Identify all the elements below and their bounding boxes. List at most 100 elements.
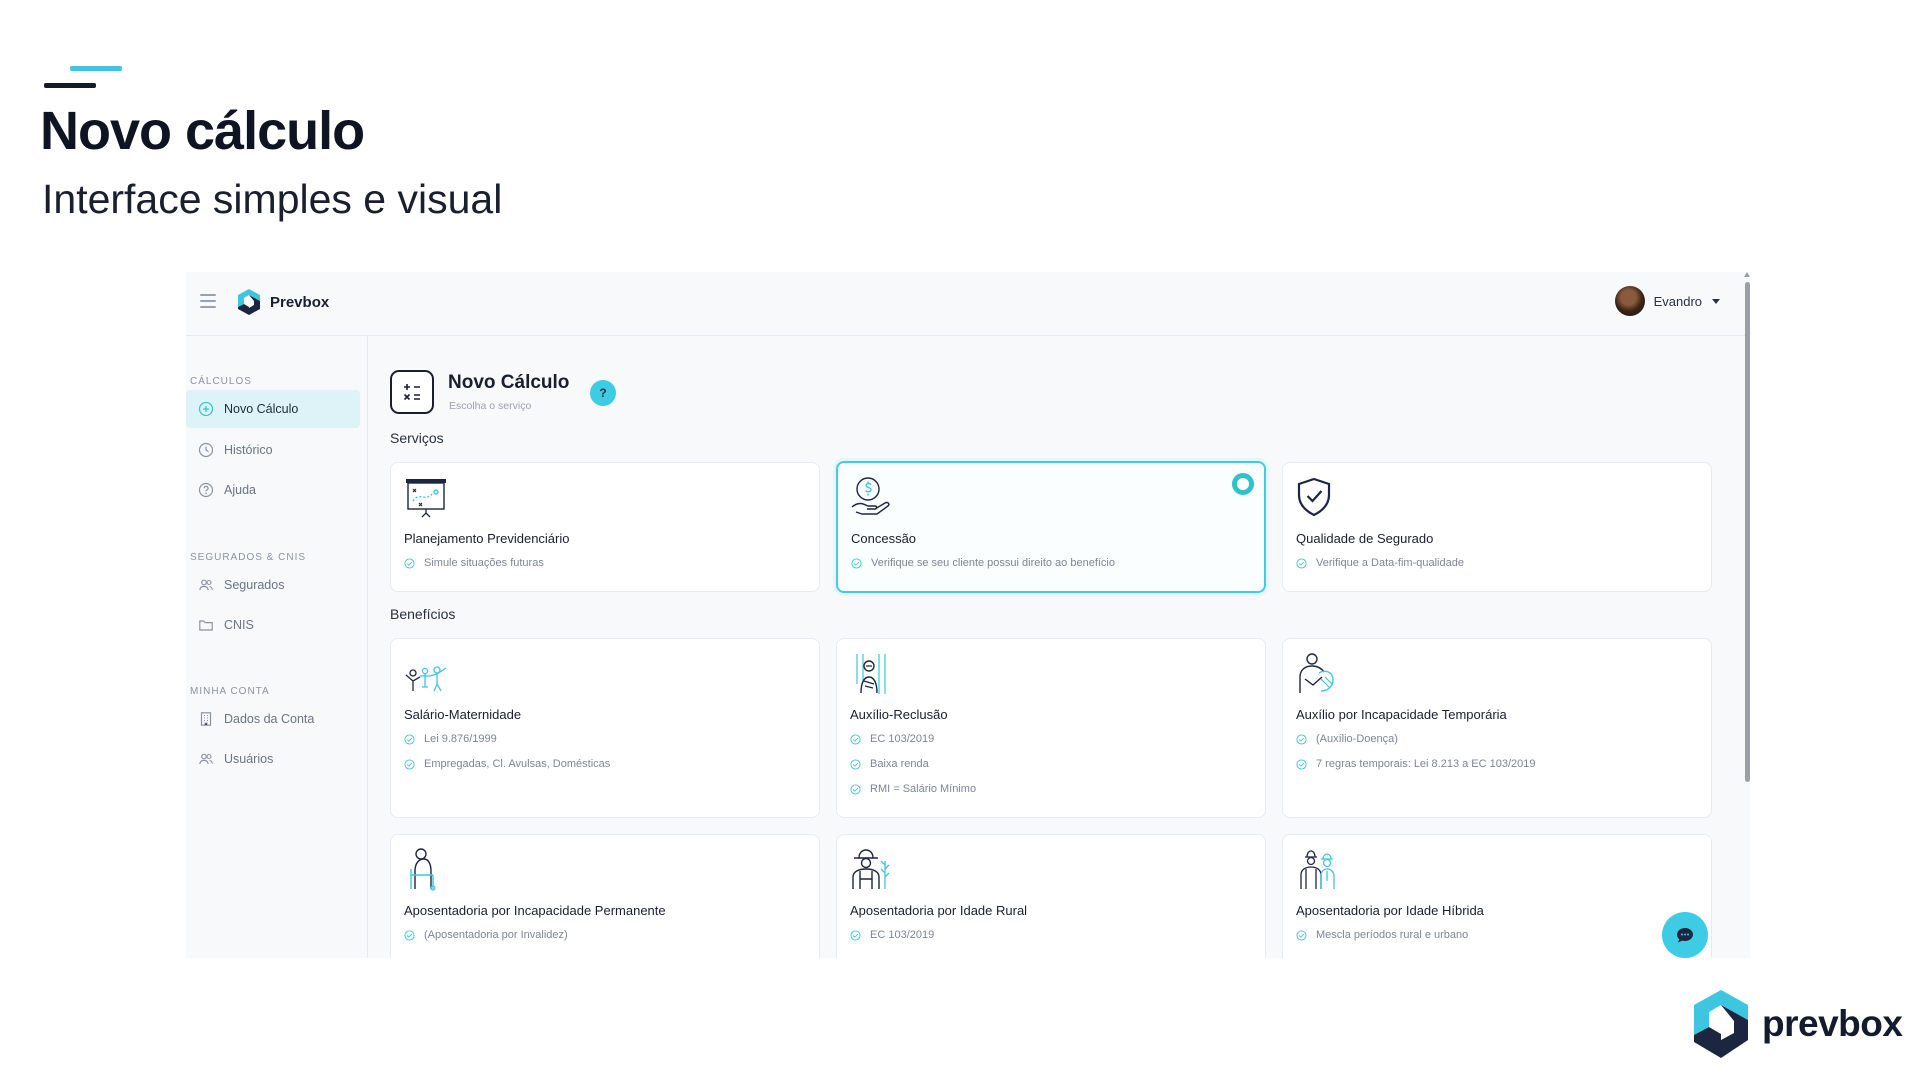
- help-button[interactable]: ?: [590, 380, 616, 406]
- card-detail: Mescla períodos rural e urbano: [1296, 929, 1468, 941]
- shield-check-icon: [1297, 477, 1331, 517]
- sidebar-item-label: Novo Cálculo: [224, 402, 299, 416]
- users-icon: [198, 751, 214, 767]
- app-window: Prevbox Evandro CÁLCULOS Novo Cálculo Hi…: [186, 272, 1750, 958]
- top-bar: Prevbox Evandro: [186, 272, 1750, 336]
- calculator-icon: [390, 370, 434, 414]
- help-circle-icon: [198, 482, 214, 498]
- card-title: Auxílio-Reclusão: [850, 707, 948, 722]
- check-circle-icon: [404, 758, 415, 770]
- card-detail: EC 103/2019: [850, 929, 934, 941]
- sidebar-item-label: Usuários: [224, 752, 274, 766]
- prevbox-logo-icon: [238, 289, 260, 315]
- benefit-card-auxilio-reclusao[interactable]: Auxílio-Reclusão EC 103/2019 Baixa renda…: [836, 638, 1266, 818]
- check-circle-icon: [850, 783, 861, 795]
- benefit-card-auxilio-incapacidade[interactable]: Auxílio por Incapacidade Temporária (Aux…: [1282, 638, 1712, 818]
- prisoner-icon: [856, 654, 886, 694]
- check-circle-icon: [404, 929, 415, 941]
- benefit-card-aposentadoria-idade-rural[interactable]: Aposentadoria por Idade Rural EC 103/201…: [836, 834, 1266, 958]
- selected-radio[interactable]: [1232, 473, 1254, 495]
- sidebar-item-label: CNIS: [224, 618, 254, 632]
- card-detail: Lei 9.876/1999: [404, 733, 497, 745]
- workers-icon: [1300, 850, 1335, 889]
- card-detail-text: RMI = Salário Mínimo: [870, 783, 977, 795]
- avatar[interactable]: [1614, 286, 1645, 316]
- sidebar-item-usuarios[interactable]: Usuários: [186, 740, 360, 778]
- card-title: Aposentadoria por Idade Híbrida: [1296, 903, 1484, 918]
- farmer-icon: [852, 849, 890, 889]
- sidebar-item-segurados[interactable]: Segurados: [186, 566, 360, 604]
- card-detail: Simule situações futuras: [404, 557, 544, 569]
- accent-bar-cyan: [70, 66, 122, 71]
- card-title: Auxílio por Incapacidade Temporária: [1296, 707, 1507, 722]
- brand-name: Prevbox: [270, 293, 330, 311]
- family-icon: [405, 666, 447, 692]
- page-subtitle: Escolha o serviço: [449, 400, 532, 412]
- card-title: Aposentadoria por Idade Rural: [850, 903, 1028, 918]
- elderly-walker-icon: [410, 848, 436, 891]
- sidebar-item-historico[interactable]: Histórico: [186, 431, 360, 469]
- card-detail-text: EC 103/2019: [870, 929, 935, 941]
- user-name[interactable]: Evandro: [1654, 294, 1702, 309]
- hamburger-icon[interactable]: [200, 294, 216, 308]
- scrollbar[interactable]: [1745, 282, 1750, 782]
- check-circle-icon: [1296, 758, 1307, 770]
- sidebar-section-segurados: SEGURADOS & CNIS: [190, 552, 307, 563]
- card-detail: (Auxílio-Doença): [1296, 733, 1398, 745]
- card-detail: RMI = Salário Mínimo: [850, 783, 976, 795]
- sidebar-section-calculos: CÁLCULOS: [190, 376, 252, 387]
- card-title: Qualidade de Segurado: [1296, 531, 1434, 546]
- benefit-card-salario-maternidade[interactable]: Salário-Maternidade Lei 9.876/1999 Empre…: [390, 638, 820, 818]
- services-heading: Serviços: [390, 430, 444, 446]
- card-detail-text: (Aposentadoria por Invalidez): [424, 929, 568, 941]
- money-hand-icon: [851, 477, 890, 515]
- check-circle-icon: [851, 557, 862, 569]
- sidebar-item-dados-da-conta[interactable]: Dados da Conta: [186, 700, 360, 738]
- sidebar-section-minha-conta: MINHA CONTA: [190, 686, 270, 697]
- card-detail-text: Verifique a Data-fim-qualidade: [1316, 557, 1464, 569]
- card-detail-text: EC 103/2019: [870, 733, 935, 745]
- card-title: Planejamento Previdenciário: [404, 531, 570, 546]
- check-circle-icon: [404, 557, 415, 569]
- scroll-up-arrow-icon[interactable]: [1744, 272, 1750, 277]
- sidebar-item-novo-calculo[interactable]: Novo Cálculo: [186, 390, 360, 428]
- card-detail: (Aposentadoria por Invalidez): [404, 929, 568, 941]
- sidebar: CÁLCULOS Novo Cálculo Histórico Ajuda SE…: [186, 336, 368, 958]
- card-detail-text: Lei 9.876/1999: [424, 733, 497, 745]
- benefits-heading: Benefícios: [390, 606, 456, 622]
- chat-bubble-icon: [1677, 928, 1693, 943]
- card-title: Salário-Maternidade: [404, 707, 522, 722]
- card-detail: Verifique a Data-fim-qualidade: [1296, 557, 1464, 569]
- benefit-card-aposentadoria-idade-hibrida[interactable]: Aposentadoria por Idade Híbrida Mescla p…: [1282, 834, 1712, 958]
- user-menu[interactable]: Evandro: [1614, 286, 1720, 316]
- service-card-qualidade[interactable]: Qualidade de Segurado Verifique a Data-f…: [1282, 462, 1712, 592]
- card-detail: Baixa renda: [850, 758, 929, 770]
- prevbox-corner-logo: prevbox: [1690, 988, 1903, 1060]
- sidebar-item-ajuda[interactable]: Ajuda: [186, 471, 360, 509]
- sidebar-item-label: Dados da Conta: [224, 712, 315, 726]
- injured-person-icon: [1299, 653, 1334, 693]
- plus-circle-icon: [198, 401, 214, 417]
- chat-button[interactable]: [1662, 912, 1708, 958]
- slide-subtitle: Interface simples e visual: [42, 176, 503, 222]
- sidebar-item-cnis[interactable]: CNIS: [186, 606, 360, 644]
- card-detail-text: Verifique se seu cliente possui direito …: [871, 557, 1115, 569]
- card-detail-text: 7 regras temporais: Lei 8.213 a EC 103/2…: [1316, 758, 1536, 770]
- check-circle-icon: [1296, 929, 1307, 941]
- service-card-concessao[interactable]: Concessão Verifique se seu cliente possu…: [836, 461, 1266, 593]
- building-icon: [198, 711, 214, 727]
- brand[interactable]: Prevbox: [236, 288, 329, 316]
- caret-down-icon[interactable]: [1712, 298, 1720, 304]
- card-title: Concessão: [851, 531, 917, 546]
- card-detail-text: Empregadas, Cl. Avulsas, Domésticas: [424, 758, 611, 770]
- benefit-card-aposentadoria-incapacidade-permanente[interactable]: Aposentadoria por Incapacidade Permanent…: [390, 834, 820, 958]
- accent-bar-dark: [44, 83, 96, 88]
- check-circle-icon: [850, 929, 861, 941]
- clock-icon: [198, 442, 214, 458]
- check-circle-icon: [850, 733, 861, 745]
- prevbox-logo-icon: [1694, 990, 1748, 1058]
- service-card-planejamento[interactable]: Planejamento Previdenciário Simule situa…: [390, 462, 820, 592]
- card-detail-text: Mescla períodos rural e urbano: [1316, 929, 1469, 941]
- folder-icon: [198, 617, 214, 633]
- card-detail-text: Simule situações futuras: [424, 557, 544, 569]
